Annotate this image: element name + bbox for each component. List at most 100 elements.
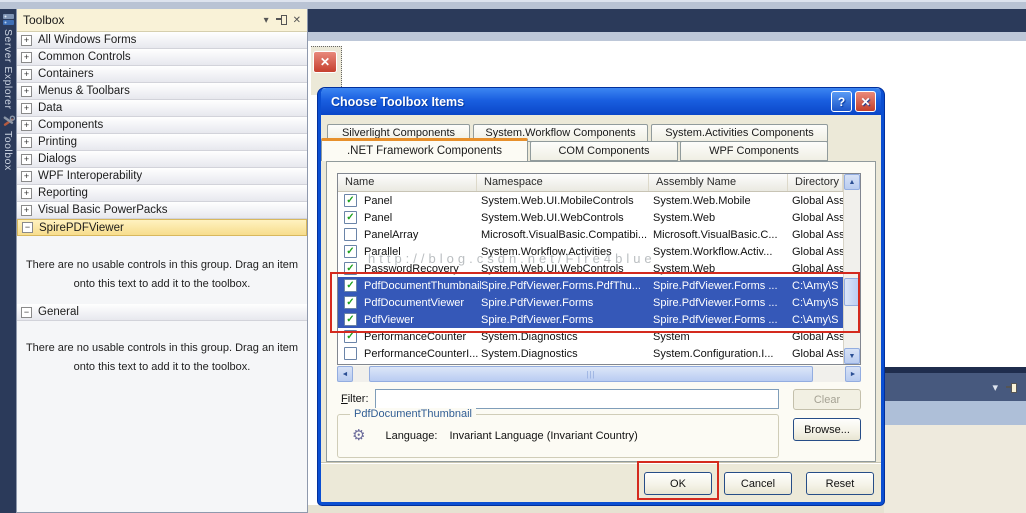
vertical-scrollbar[interactable]: ▲ ▼ (843, 174, 860, 364)
cell-namespace: Spire.PdfViewer.Forms.PdfThu... (481, 280, 653, 292)
sidebar-tab-server-explorer[interactable]: Server Explorer (2, 13, 15, 109)
pin-icon[interactable] (1006, 382, 1016, 392)
right-panel-body (884, 425, 1026, 513)
expand-icon[interactable]: + (21, 154, 32, 165)
cell-namespace: System.Web.UI.WebControls (481, 212, 653, 224)
scroll-down-icon[interactable]: ▼ (844, 348, 860, 364)
toolbox-empty-note: There are no usable controls in this gro… (24, 256, 300, 293)
toolbox-title: Toolbox (23, 13, 64, 27)
horizontal-scrollbar[interactable]: ◄ ||| ► (337, 366, 861, 382)
table-row[interactable]: ✓PanelSystem.Web.UI.MobileControlsSystem… (338, 192, 843, 209)
filter-input[interactable] (375, 389, 779, 409)
toolbox-category-data[interactable]: +Data (17, 100, 307, 117)
column-header-namespace[interactable]: Namespace (477, 174, 649, 191)
table-row[interactable]: ✓PerformanceCounterSystem.DiagnosticsSys… (338, 328, 843, 345)
toolbox-category-wpf-interoperability[interactable]: + WPF Interoperability (17, 168, 307, 185)
chevron-down-icon[interactable]: ▾ (992, 381, 998, 394)
dialog-titlebar[interactable]: Choose Toolbox Items ? ✕ (321, 88, 881, 115)
cell-assembly: System.Web (653, 263, 792, 275)
toolbox-category-visual-basic-powerpacks[interactable]: +Visual Basic PowerPacks (17, 202, 307, 219)
toolbox-category-label: WPF Interoperability (38, 170, 142, 182)
clear-button[interactable]: Clear (793, 389, 861, 410)
collapse-icon[interactable]: − (21, 307, 32, 318)
expand-icon[interactable]: + (21, 205, 32, 216)
expand-icon[interactable]: + (21, 69, 32, 80)
checkbox-checked[interactable]: ✓ (344, 330, 357, 343)
toolbox-category-label: Reporting (38, 187, 88, 199)
checkbox-checked[interactable]: ✓ (344, 262, 357, 275)
tab-row-front: .NET Framework ComponentsCOM ComponentsW… (321, 141, 828, 161)
table-row[interactable]: ✓PanelSystem.Web.UI.WebControlsSystem.We… (338, 209, 843, 226)
table-row[interactable]: ✓PdfDocumentViewerSpire.PdfViewer.FormsS… (338, 294, 843, 311)
table-row[interactable]: ✓PdfViewerSpire.PdfViewer.FormsSpire.Pdf… (338, 311, 843, 328)
toolbox-category-containers[interactable]: +Containers (17, 66, 307, 83)
checkbox-checked[interactable]: ✓ (344, 211, 357, 224)
language-label: Language: (385, 430, 437, 442)
toolbox-category-menus-toolbars[interactable]: +Menus & Toolbars (17, 83, 307, 100)
close-icon[interactable]: ✕ (293, 15, 301, 26)
toolbox-category-common-controls[interactable]: +Common Controls (17, 49, 307, 66)
expand-icon[interactable]: + (21, 137, 32, 148)
tab-com-components[interactable]: COM Components (530, 141, 678, 161)
sidebar-tab-label: Server Explorer (2, 29, 14, 109)
help-icon[interactable]: ? (831, 91, 852, 112)
checkbox-unchecked[interactable] (344, 347, 357, 360)
right-panel-header: ▾ (884, 373, 1026, 401)
expand-icon[interactable]: + (21, 103, 32, 114)
dialog-button-strip: OK Cancel Reset (321, 462, 881, 502)
expand-icon[interactable]: + (21, 52, 32, 63)
checkbox-checked[interactable]: ✓ (344, 313, 357, 326)
table-row[interactable]: PerformanceCounterI...System.Diagnostics… (338, 345, 843, 362)
toolbox-category-dialogs[interactable]: +Dialogs (17, 151, 307, 168)
column-header-directory[interactable]: Directory (788, 174, 843, 191)
checkbox-unchecked[interactable] (344, 228, 357, 241)
tab-system-activities-components[interactable]: System.Activities Components (651, 124, 828, 142)
tab--net-framework-components[interactable]: .NET Framework Components (321, 138, 528, 161)
pin-icon[interactable] (276, 14, 286, 24)
scroll-right-icon[interactable]: ► (845, 366, 861, 382)
collapse-icon[interactable]: − (22, 222, 33, 233)
toolbox-category-components[interactable]: +Components (17, 117, 307, 134)
vertical-scroll-thumb[interactable] (844, 278, 860, 306)
toolbox-category-printing[interactable]: + Printing (17, 134, 307, 151)
vertical-scroll-track[interactable] (844, 190, 860, 348)
scroll-left-icon[interactable]: ◄ (337, 366, 353, 382)
table-header: NameNamespaceAssembly NameDirectory (338, 174, 843, 192)
checkbox-checked[interactable]: ✓ (344, 279, 357, 292)
expand-icon[interactable]: + (21, 188, 32, 199)
expand-icon[interactable]: + (21, 171, 32, 182)
toolbox-category-all-windows-forms[interactable]: +All Windows Forms (17, 32, 307, 49)
checkbox-checked[interactable]: ✓ (344, 245, 357, 258)
chevron-down-icon[interactable]: ▾ (264, 15, 269, 26)
browse-button[interactable]: Browse... (793, 418, 861, 441)
checkbox-checked[interactable]: ✓ (344, 194, 357, 207)
toolbox-category-label: Printing (38, 136, 77, 148)
horizontal-scroll-thumb[interactable]: ||| (369, 366, 813, 382)
table-row[interactable]: ✓PdfDocumentThumbnailSpire.PdfViewer.For… (338, 277, 843, 294)
cell-assembly: System.Workflow.Activ... (653, 246, 792, 258)
table-row[interactable]: PanelArrayMicrosoft.VisualBasic.Compatib… (338, 226, 843, 243)
column-header-assembly-name[interactable]: Assembly Name (649, 174, 788, 191)
toolbox-category-spirepdfviewer[interactable]: −SpirePDFViewer (17, 219, 307, 236)
toolbox-category-reporting[interactable]: + Reporting (17, 185, 307, 202)
expand-icon[interactable]: + (21, 35, 32, 46)
reset-button[interactable]: Reset (806, 472, 874, 495)
scroll-up-icon[interactable]: ▲ (844, 174, 860, 190)
form-close-icon[interactable]: ✕ (313, 51, 337, 73)
toolbox-category-general[interactable]: − General (17, 304, 307, 321)
ok-button[interactable]: OK (644, 472, 712, 495)
sidebar-tab-toolbox[interactable]: Toolbox (2, 115, 15, 171)
close-icon[interactable]: ✕ (855, 91, 876, 112)
expand-icon[interactable]: + (21, 120, 32, 131)
column-header-name[interactable]: Name (338, 174, 477, 191)
horizontal-scroll-track[interactable]: ||| (353, 366, 845, 382)
tab-wpf-components[interactable]: WPF Components (680, 141, 828, 161)
toolbox-empty-note: There are no usable controls in this gro… (24, 339, 300, 376)
expand-icon[interactable]: + (21, 86, 32, 97)
left-activity-bar: Server Explorer Toolbox (0, 9, 16, 513)
cell-assembly: Spire.PdfViewer.Forms ... (653, 314, 792, 326)
cell-name: PdfViewer (364, 314, 481, 326)
toolbox-panel: Toolbox ▾ ✕ +All Windows Forms+Common Co… (16, 9, 308, 513)
checkbox-checked[interactable]: ✓ (344, 296, 357, 309)
cancel-button[interactable]: Cancel (724, 472, 792, 495)
